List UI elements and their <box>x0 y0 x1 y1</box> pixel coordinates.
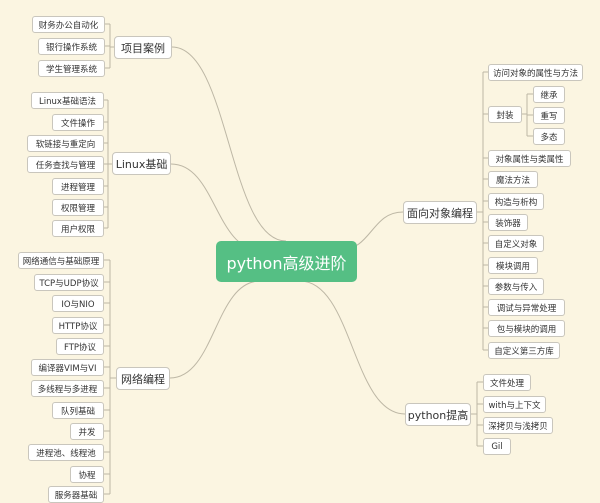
root-label: python高级进阶 <box>226 253 347 273</box>
leaf-node[interactable]: 重写 <box>533 107 565 124</box>
connector-line <box>299 280 406 415</box>
leaf-node[interactable]: 网络通信与基础原理 <box>18 252 104 269</box>
leaf-node[interactable]: 文件处理 <box>483 374 531 391</box>
leaf-node[interactable]: 参数与传入 <box>488 278 544 295</box>
leaf-node[interactable]: 任务查找与管理 <box>27 156 104 173</box>
leaf-node[interactable]: Gil <box>483 438 511 455</box>
leaf-node[interactable]: Linux基础语法 <box>31 92 104 109</box>
branch-node-advanced[interactable]: python提高 <box>405 403 471 426</box>
leaf-node[interactable]: 学生管理系统 <box>38 60 105 77</box>
leaf-node[interactable]: 多线程与多进程 <box>31 380 104 397</box>
leaf-node[interactable]: 装饰器 <box>488 214 528 231</box>
connector-line <box>169 280 261 379</box>
leaf-node[interactable]: 访问对象的属性与方法 <box>488 64 583 81</box>
leaf-node[interactable]: 编译器VIM与VI <box>31 359 104 376</box>
leaf-node[interactable]: 魔法方法 <box>488 171 538 188</box>
connector-line <box>171 46 287 242</box>
leaf-node[interactable]: 自定义对象 <box>488 235 544 252</box>
leaf-node[interactable]: 队列基础 <box>52 402 104 419</box>
mindmap-canvas: python高级进阶 项目案例 财务办公自动化 银行操作系统 学生管理系统 Li… <box>0 0 600 503</box>
connector-line <box>170 163 261 251</box>
leaf-node[interactable]: 软链接与重定向 <box>27 135 104 152</box>
branch-node-network[interactable]: 网络编程 <box>116 367 170 390</box>
leaf-node[interactable]: 深拷贝与浅拷贝 <box>483 417 553 434</box>
leaf-node[interactable]: 用户权限 <box>52 220 104 237</box>
branch-node-oop[interactable]: 面向对象编程 <box>403 201 477 224</box>
leaf-node[interactable]: 模块调用 <box>488 257 538 274</box>
leaf-node[interactable]: 银行操作系统 <box>38 38 105 55</box>
leaf-node[interactable]: 包与模块的调用 <box>488 320 565 337</box>
leaf-node[interactable]: TCP与UDP协议 <box>34 274 104 291</box>
leaf-node[interactable]: 协程 <box>70 466 104 483</box>
branch-node-linux[interactable]: Linux基础 <box>112 152 171 175</box>
leaf-node[interactable]: HTTP协议 <box>52 317 104 334</box>
leaf-node[interactable]: 权限管理 <box>52 199 104 216</box>
root-node[interactable]: python高级进阶 <box>216 241 357 282</box>
leaf-node[interactable]: with与上下文 <box>483 396 546 413</box>
leaf-node[interactable]: FTP协议 <box>56 338 104 355</box>
leaf-node[interactable]: 继承 <box>533 86 565 103</box>
leaf-node[interactable]: 并发 <box>70 423 104 440</box>
leaf-node[interactable]: 自定义第三方库 <box>488 342 560 359</box>
leaf-node[interactable]: 服务器基础 <box>48 486 104 503</box>
branch-node-projects[interactable]: 项目案例 <box>114 36 172 59</box>
leaf-node[interactable]: 多态 <box>533 128 565 145</box>
leaf-node[interactable]: 进程管理 <box>52 178 104 195</box>
leaf-node[interactable]: IO与NIO <box>52 295 104 312</box>
leaf-node[interactable]: 对象属性与类属性 <box>488 150 571 167</box>
leaf-node[interactable]: 文件操作 <box>52 114 104 131</box>
leaf-node[interactable]: 封装 <box>488 106 522 123</box>
leaf-node[interactable]: 构造与析构 <box>488 193 544 210</box>
leaf-node[interactable]: 财务办公自动化 <box>32 16 105 33</box>
leaf-node[interactable]: 调试与异常处理 <box>488 299 565 316</box>
leaf-node[interactable]: 进程池、线程池 <box>28 444 104 461</box>
